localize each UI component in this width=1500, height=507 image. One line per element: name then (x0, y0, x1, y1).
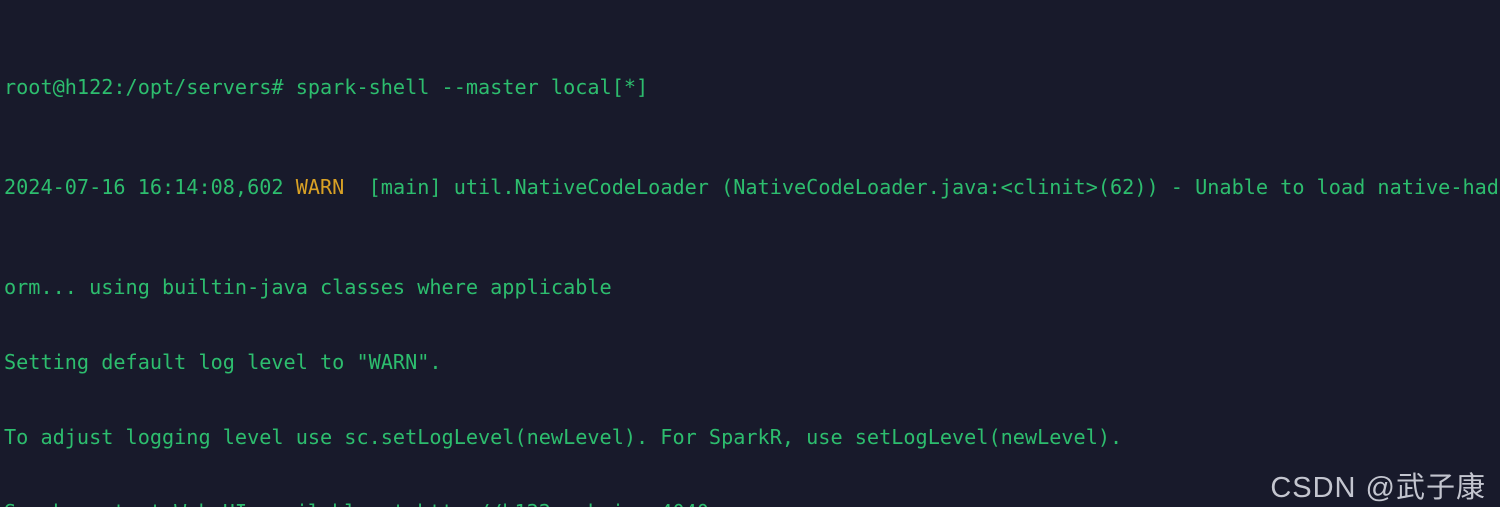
csdn-watermark: CSDN @武子康 (1270, 472, 1486, 504)
terminal-line-shell-command: root@h122:/opt/servers# spark-shell --ma… (4, 75, 649, 99)
terminal-line-log-level: Setting default log level to "WARN". (4, 350, 442, 374)
terminal-line-warning: 2024-07-16 16:14:08,602 WARN [main] util… (4, 175, 1500, 200)
warn-message: [main] util.NativeCodeLoader (NativeCode… (344, 175, 1500, 199)
terminal-output: root@h122:/opt/servers# spark-shell --ma… (4, 0, 1500, 507)
warn-level-label: WARN (295, 175, 345, 199)
terminal-line-adjust-logging: To adjust logging level use sc.setLogLev… (4, 425, 1123, 449)
terminal-window[interactable]: root@h122:/opt/servers# spark-shell --ma… (0, 0, 1500, 507)
warn-timestamp: 2024-07-16 16:14:08,602 (4, 175, 296, 199)
terminal-line-warning-wrap: orm... using builtin-java classes where … (4, 275, 612, 299)
